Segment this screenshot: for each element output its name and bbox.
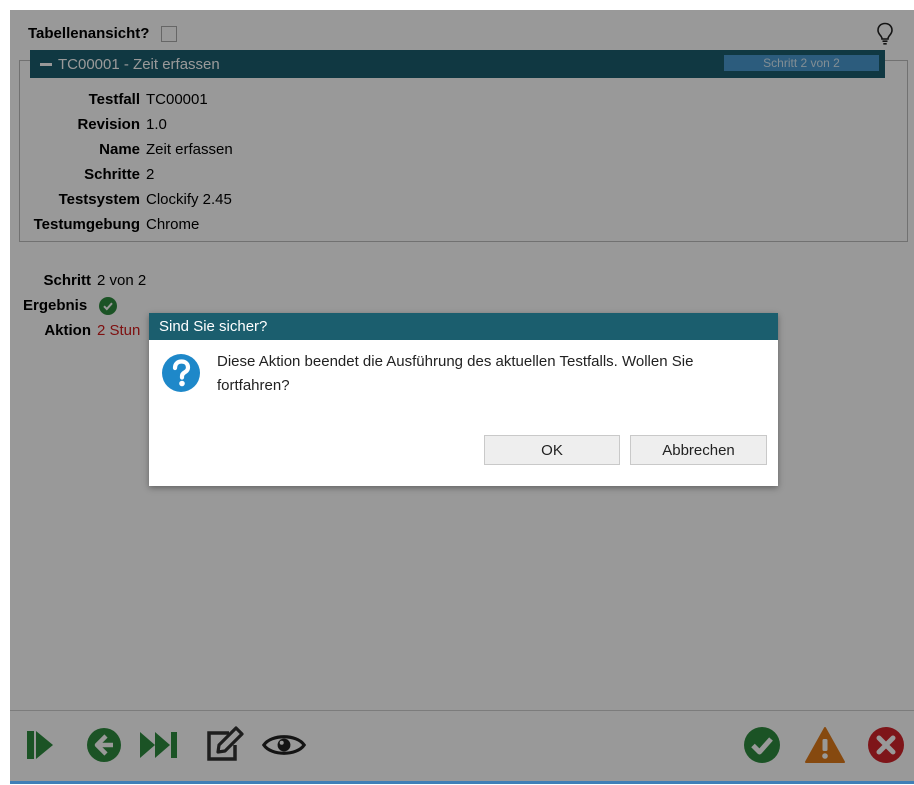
question-icon xyxy=(161,353,201,393)
ok-button[interactable]: OK xyxy=(484,435,620,465)
bottom-border xyxy=(10,781,914,784)
confirm-dialog: Sind Sie sicher? Diese Aktion beendet di… xyxy=(149,313,778,486)
dialog-message: Diese Aktion beendet die Ausführung des … xyxy=(217,353,694,394)
page: Tabellenansicht? TC00001 - Zeit erfassen… xyxy=(0,0,914,785)
cancel-button[interactable]: Abbrechen xyxy=(630,435,767,465)
dialog-title: Sind Sie sicher? xyxy=(149,313,778,340)
